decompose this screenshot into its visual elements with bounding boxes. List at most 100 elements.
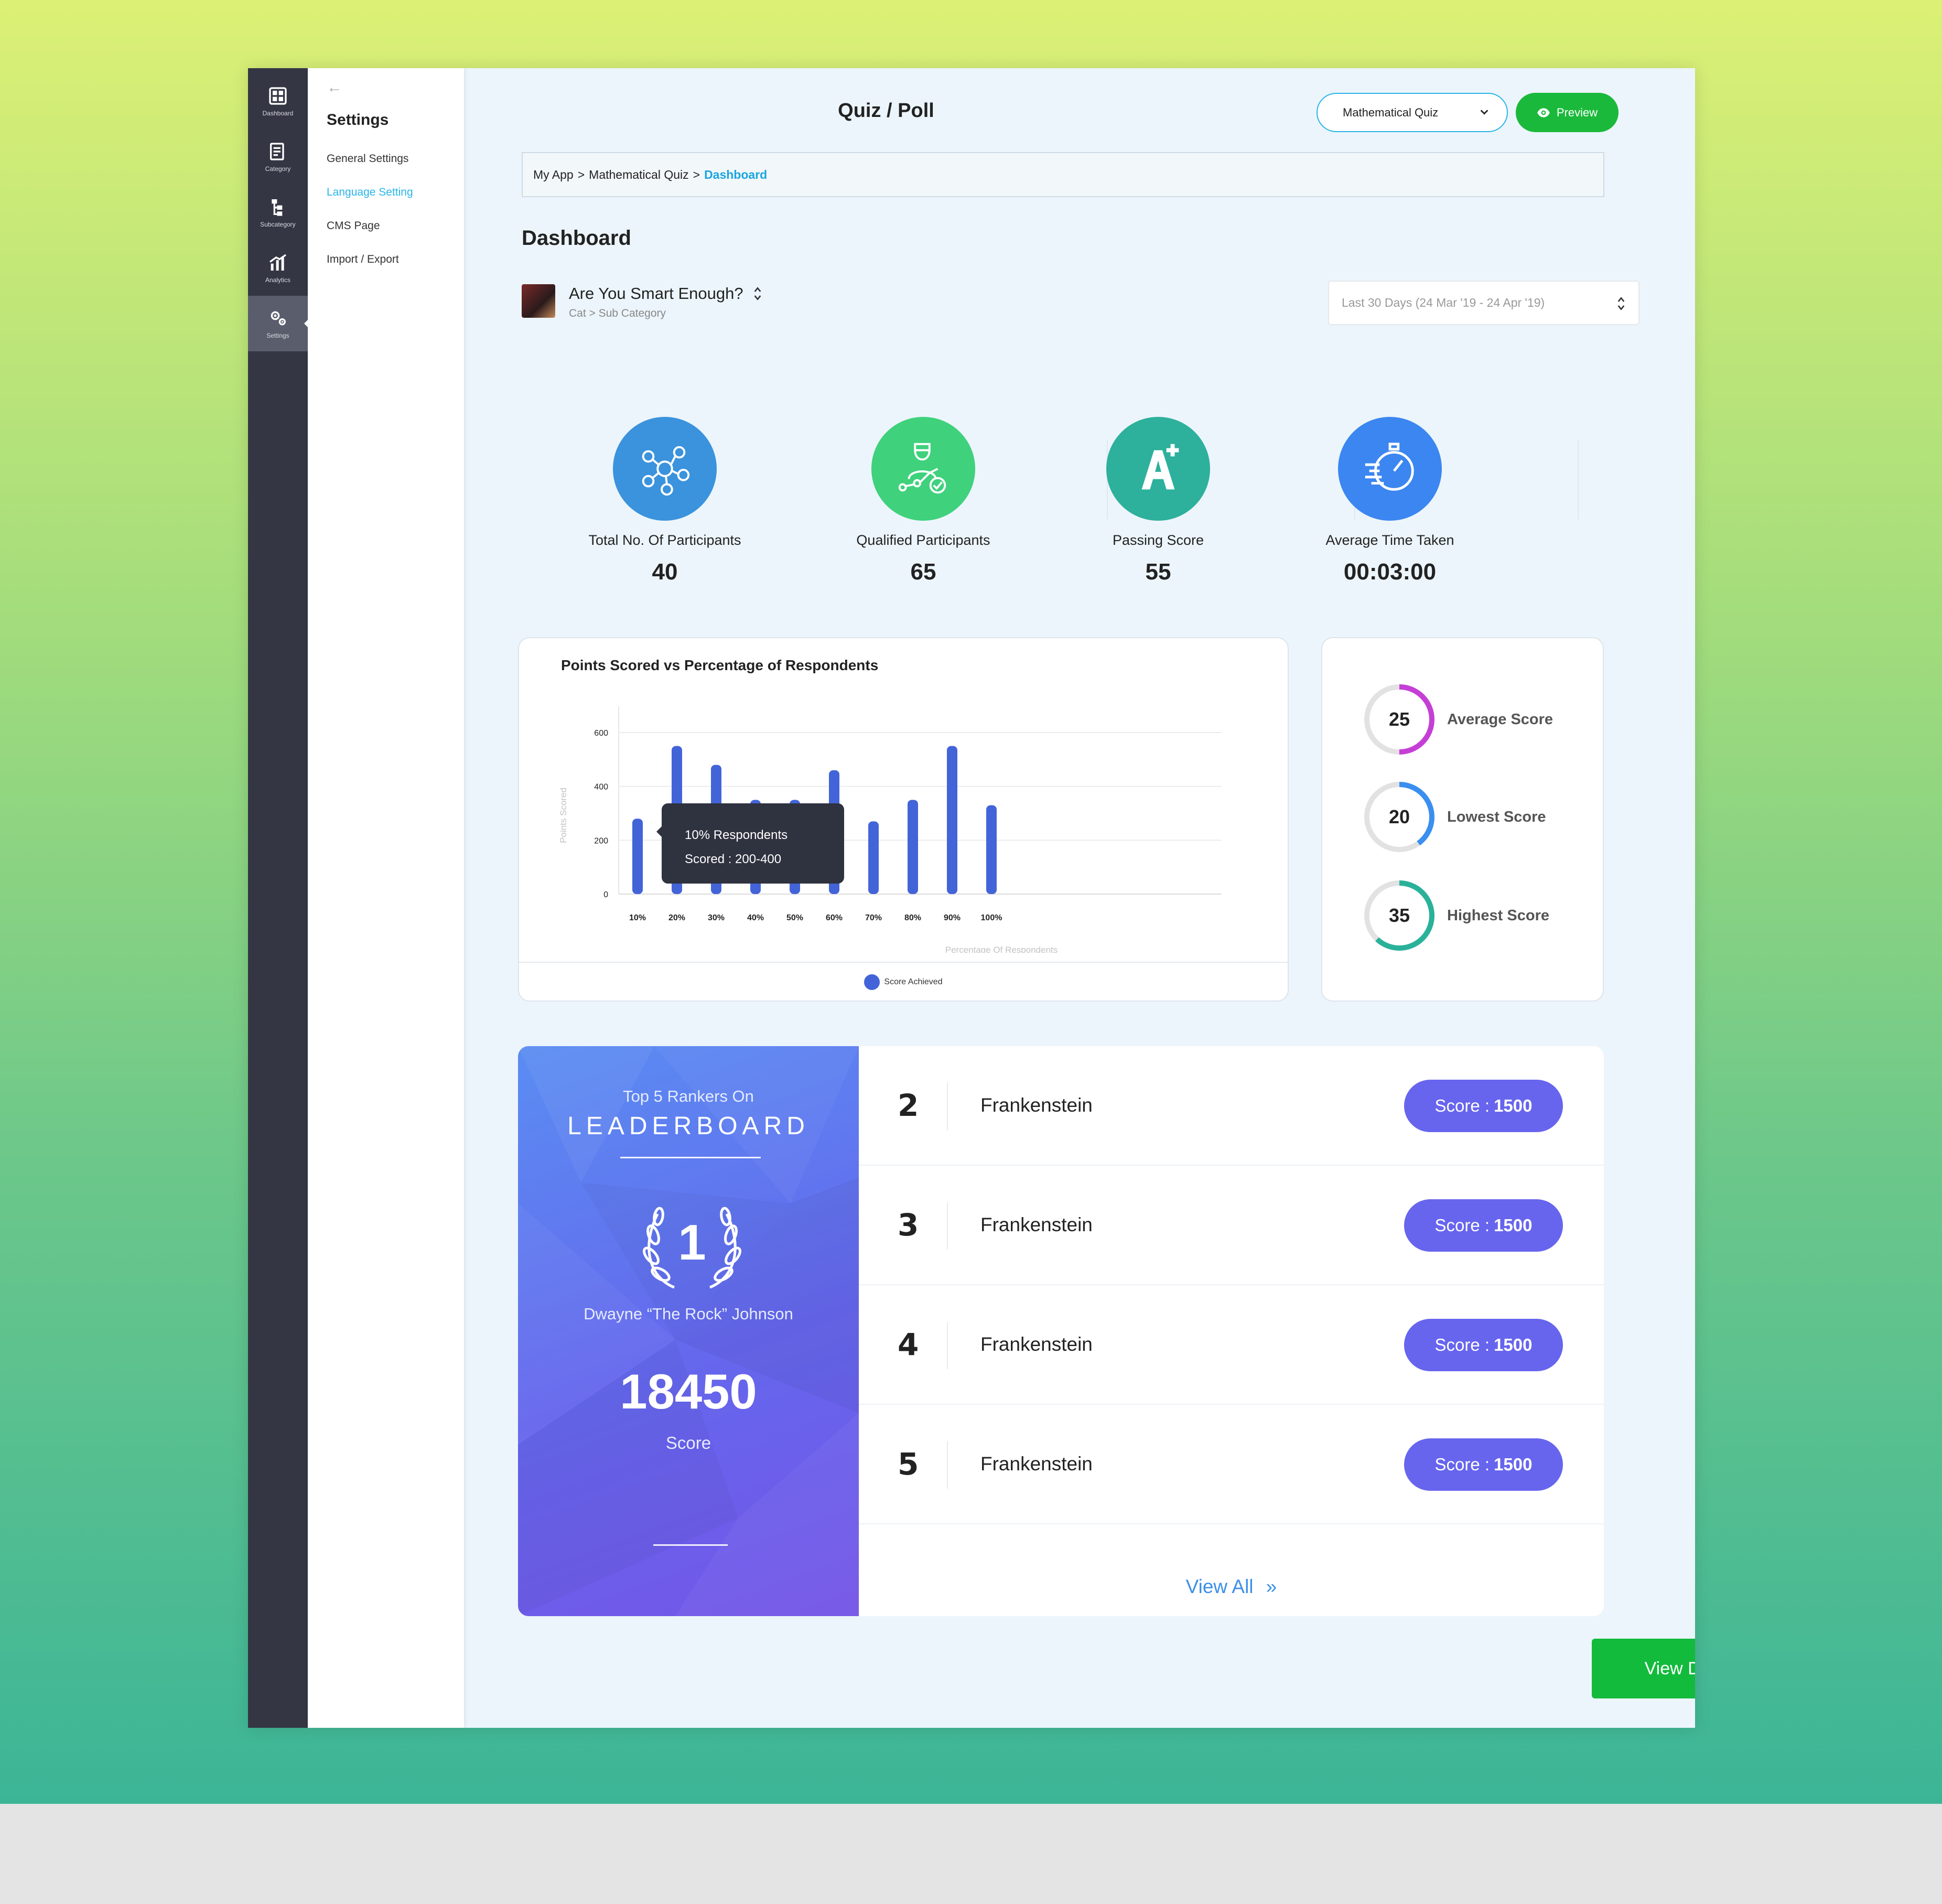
rail-label: Analytics (265, 276, 291, 284)
stat-passing-score: Passing Score 55 (1048, 417, 1268, 585)
subcategory-icon (272, 199, 283, 216)
ranker-name: Frankenstein (980, 1214, 1093, 1235)
leaderboard-hero: Top 5 Rankers On LEADERBOARD 1 Dwayne “T… (518, 1046, 859, 1616)
rail-item-settings[interactable]: Settings (248, 296, 309, 351)
title-underline (620, 1157, 761, 1158)
x-tick-label: 10% (629, 913, 646, 922)
stat-qualified-participants: Qualified Participants 65 (813, 417, 1033, 585)
stat-value: 65 (910, 559, 936, 585)
settings-item-language[interactable]: Language Setting (327, 186, 413, 199)
rail-label: Dashboard (262, 110, 294, 117)
breadcrumb-separator: > (577, 167, 585, 181)
leaderboard-subtitle: Top 5 Rankers On (623, 1087, 754, 1105)
app-window: Dashboard Category Subcategory Analytics… (248, 68, 1695, 1728)
stat-value: 00:03:00 (1343, 559, 1437, 585)
breadcrumb-current: Dashboard (704, 167, 768, 181)
y-tick-label: 0 (603, 890, 608, 899)
score-value: 35 (1388, 905, 1410, 926)
score-prefix: Score : (1434, 1335, 1490, 1354)
chart-card: Points Scored vs Percentage of Responden… (518, 637, 1289, 1002)
score-ring: 20 (1362, 780, 1437, 854)
settings-item-import-export[interactable]: Import / Export (327, 253, 399, 266)
view-detailed-report-button[interactable]: View Detailed Report (1592, 1639, 1695, 1698)
list-item[interactable]: 3 Frankenstein Score :1500 (859, 1166, 1604, 1285)
tooltip-line: 10% Respondents (685, 828, 788, 842)
section-title: Dashboard (522, 227, 631, 250)
score-pill: Score :1500 (1404, 1319, 1563, 1371)
updown-icon (1617, 297, 1625, 310)
laurel-icon: 1 (638, 1203, 747, 1293)
x-tick-label: 70% (865, 913, 882, 922)
ranker-name: Frankenstein (980, 1094, 1093, 1116)
chart-bar (986, 805, 997, 894)
chart-tooltip: 10% Respondents Scored : 200-400 (656, 803, 844, 884)
score-label: Average Score (1447, 711, 1553, 728)
analytics-icon (269, 254, 286, 271)
list-item[interactable]: 4 Frankenstein Score :1500 (859, 1285, 1604, 1405)
rail-item-subcategory[interactable]: Subcategory (248, 185, 308, 240)
date-range-select[interactable]: Last 30 Days (24 Mar '19 - 24 Apr '19) (1328, 281, 1639, 325)
x-tick-label: 50% (786, 913, 803, 922)
eye-icon (1537, 107, 1550, 117)
quiz-name: Are You Smart Enough? (569, 284, 743, 303)
score-highest: 35 Highest Score (1362, 878, 1549, 953)
stopwatch-icon (1365, 443, 1414, 491)
list-item[interactable]: 2 Frankenstein Score :1500 (859, 1046, 1604, 1166)
score-label: Highest Score (1447, 907, 1549, 924)
stat-label: Average Time Taken (1325, 532, 1454, 548)
x-tick-label: 40% (747, 913, 764, 922)
score-amount: 1500 (1494, 1215, 1533, 1235)
quiz-select[interactable]: Mathematical Quiz (1317, 93, 1508, 132)
score-amount: 1500 (1494, 1096, 1533, 1115)
breadcrumb-item[interactable]: My App (533, 168, 574, 182)
x-tick-label: 100% (981, 913, 1002, 922)
x-tick-label: 90% (944, 913, 961, 922)
preview-label: Preview (1556, 105, 1598, 119)
stat-circle (871, 417, 975, 521)
list-item[interactable]: 5 Frankenstein Score :1500 (859, 1405, 1604, 1524)
breadcrumb-item[interactable]: Mathematical Quiz (589, 168, 688, 182)
score-pill: Score :1500 (1404, 1080, 1563, 1132)
y-tick-label: 400 (594, 783, 608, 792)
x-tick-label: 80% (904, 913, 921, 922)
stat-label: Passing Score (1112, 532, 1204, 548)
participants-network-icon (642, 446, 690, 496)
category-icon (270, 143, 284, 160)
dashboard-icon (269, 87, 287, 105)
preview-button[interactable]: Preview (1516, 93, 1619, 132)
rail-item-category[interactable]: Category (248, 129, 308, 185)
quiz-select-value: Mathematical Quiz (1343, 105, 1439, 119)
rank-number: 5 (898, 1446, 919, 1482)
settings-item-cms[interactable]: CMS Page (327, 220, 380, 232)
back-arrow-icon[interactable]: ← (327, 79, 342, 96)
score-pill: Score :1500 (1404, 1438, 1563, 1491)
score-prefix: Score : (1434, 1096, 1490, 1115)
settings-item-general[interactable]: General Settings (327, 153, 408, 165)
score-value: 20 (1388, 806, 1410, 827)
rail-item-dashboard[interactable]: Dashboard (248, 73, 308, 129)
stat-label: Qualified Participants (856, 532, 990, 548)
breadcrumb-separator: > (693, 167, 700, 181)
chart-legend: Score Achieved (519, 962, 1288, 1002)
quiz-thumbnail (522, 284, 555, 318)
chart-bar (908, 800, 918, 894)
settings-title: Settings (327, 111, 389, 128)
rank-number: 4 (898, 1327, 919, 1362)
x-axis-label: Percentage Of Respondents (945, 945, 1058, 953)
y-tick-label: 600 (594, 729, 608, 738)
view-all-link[interactable]: View All » (859, 1576, 1604, 1598)
chart-bar (632, 819, 643, 894)
score-label: Lowest Score (1447, 808, 1546, 825)
quiz-switcher[interactable]: Are You Smart Enough? (569, 284, 762, 303)
double-chevron-right-icon: » (1266, 1576, 1277, 1597)
score-underline (653, 1544, 728, 1546)
score-ring: 25 (1362, 682, 1437, 757)
y-axis-label: Points Scored (558, 788, 568, 843)
updown-icon (754, 287, 761, 300)
quiz-info: Are You Smart Enough? Cat > Sub Category (522, 284, 762, 320)
score-average: 25 Average Score (1362, 682, 1553, 757)
x-tick-label: 30% (708, 913, 725, 922)
row-divider (947, 1322, 948, 1369)
score-prefix: Score : (1434, 1455, 1490, 1474)
rail-item-analytics[interactable]: Analytics (248, 240, 308, 296)
